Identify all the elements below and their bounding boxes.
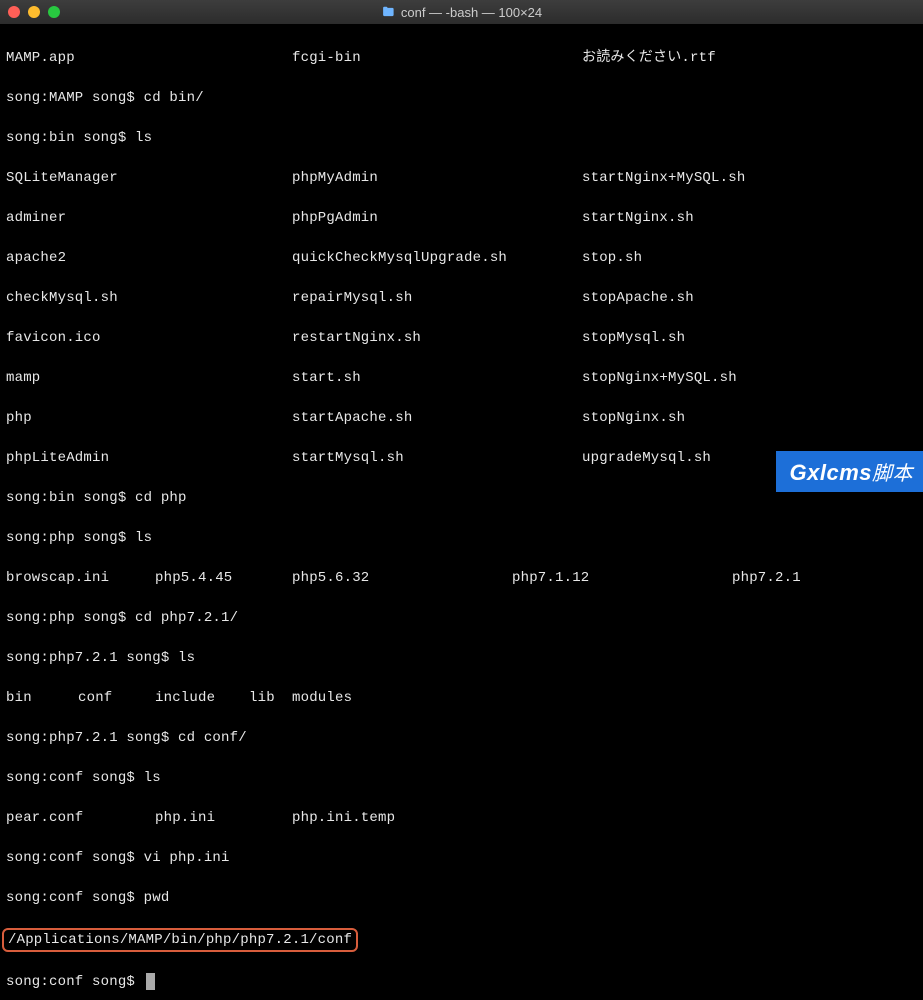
- badge-main: Gxlcms: [790, 460, 873, 485]
- file-name: php5.6.32: [292, 568, 512, 588]
- list-item: adminerphpPgAdminstartNginx.sh: [6, 208, 917, 228]
- file-name: phpMyAdmin: [292, 168, 582, 188]
- file-name: conf: [78, 688, 155, 708]
- list-item: binconfincludelibmodules: [6, 688, 917, 708]
- folder-icon: [381, 5, 395, 19]
- file-name: pear.conf: [6, 808, 155, 828]
- prompt-line: song:conf song$ ls: [6, 768, 917, 788]
- file-name: startMysql.sh: [292, 448, 582, 468]
- list-item: checkMysql.shrepairMysql.shstopApache.sh: [6, 288, 917, 308]
- badge-sub: 脚本: [872, 463, 913, 485]
- file-name: apache2: [6, 248, 292, 268]
- traffic-lights: [8, 6, 60, 18]
- prompt-line: song:MAMP song$ cd bin/: [6, 88, 917, 108]
- file-name: php.ini: [155, 808, 292, 828]
- prompt-line: song:php song$ cd php7.2.1/: [6, 608, 917, 628]
- file-name: stopNginx.sh: [582, 408, 917, 428]
- file-name: php: [6, 408, 292, 428]
- list-item: browscap.iniphp5.4.45php5.6.32php7.1.12p…: [6, 568, 917, 588]
- file-name: startApache.sh: [292, 408, 582, 428]
- list-item: apache2quickCheckMysqlUpgrade.shstop.sh: [6, 248, 917, 268]
- file-name: stopNginx+MySQL.sh: [582, 368, 917, 388]
- file-name: include: [155, 688, 249, 708]
- prompt-line: song:conf song$ pwd: [6, 888, 917, 908]
- file-name: bin: [6, 688, 78, 708]
- file-name: stopMysql.sh: [582, 328, 917, 348]
- file-name: startNginx+MySQL.sh: [582, 168, 917, 188]
- file-name: repairMysql.sh: [292, 288, 582, 308]
- file-name: restartNginx.sh: [292, 328, 582, 348]
- list-item: mampstart.shstopNginx+MySQL.sh: [6, 368, 917, 388]
- window-titlebar: conf — -bash — 100×24: [0, 0, 923, 24]
- terminal-output[interactable]: MAMP.appfcgi-binお読みください.rtf song:MAMP so…: [0, 24, 923, 1000]
- prompt-line-active: song:conf song$: [6, 972, 917, 992]
- prompt-line: song:bin song$ ls: [6, 128, 917, 148]
- file-name: start.sh: [292, 368, 582, 388]
- file-name: favicon.ico: [6, 328, 292, 348]
- file-name: stop.sh: [582, 248, 917, 268]
- minimize-button[interactable]: [28, 6, 40, 18]
- file-name: phpPgAdmin: [292, 208, 582, 228]
- file-name: php7.1.12: [512, 568, 732, 588]
- file-name: quickCheckMysqlUpgrade.sh: [292, 248, 582, 268]
- file-name: php7.2.1: [732, 568, 917, 588]
- prompt-line: song:php song$ ls: [6, 528, 917, 548]
- window-title-text: conf — -bash — 100×24: [401, 5, 542, 20]
- cursor: [146, 973, 155, 990]
- file-name: お読みください.rtf: [582, 48, 917, 68]
- file-name: fcgi-bin: [292, 48, 582, 68]
- file-name: browscap.ini: [6, 568, 155, 588]
- file-name: SQLiteManager: [6, 168, 292, 188]
- list-item: pear.confphp.iniphp.ini.temp: [6, 808, 917, 828]
- list-item: SQLiteManagerphpMyAdminstartNginx+MySQL.…: [6, 168, 917, 188]
- file-name: php.ini.temp: [292, 808, 395, 828]
- prompt-line: song:php7.2.1 song$ ls: [6, 648, 917, 668]
- prompt-text: song:conf song$: [6, 974, 144, 990]
- file-name: lib: [249, 688, 292, 708]
- file-name: modules: [292, 688, 352, 708]
- pwd-output-highlight: /Applications/MAMP/bin/php/php7.2.1/conf: [6, 928, 917, 952]
- site-badge: Gxlcms脚本: [776, 451, 923, 492]
- highlighted-path: /Applications/MAMP/bin/php/php7.2.1/conf: [2, 928, 358, 952]
- maximize-button[interactable]: [48, 6, 60, 18]
- file-name: MAMP.app: [6, 48, 292, 68]
- file-name: stopApache.sh: [582, 288, 917, 308]
- window-title: conf — -bash — 100×24: [381, 5, 542, 20]
- file-name: startNginx.sh: [582, 208, 917, 228]
- file-name: adminer: [6, 208, 292, 228]
- file-name: phpLiteAdmin: [6, 448, 292, 468]
- prompt-line: song:conf song$ vi php.ini: [6, 848, 917, 868]
- list-item: MAMP.appfcgi-binお読みください.rtf: [6, 48, 917, 68]
- file-name: php5.4.45: [155, 568, 292, 588]
- file-name: mamp: [6, 368, 292, 388]
- close-button[interactable]: [8, 6, 20, 18]
- file-name: checkMysql.sh: [6, 288, 292, 308]
- list-item: phpstartApache.shstopNginx.sh: [6, 408, 917, 428]
- prompt-line: song:php7.2.1 song$ cd conf/: [6, 728, 917, 748]
- list-item: favicon.icorestartNginx.shstopMysql.sh: [6, 328, 917, 348]
